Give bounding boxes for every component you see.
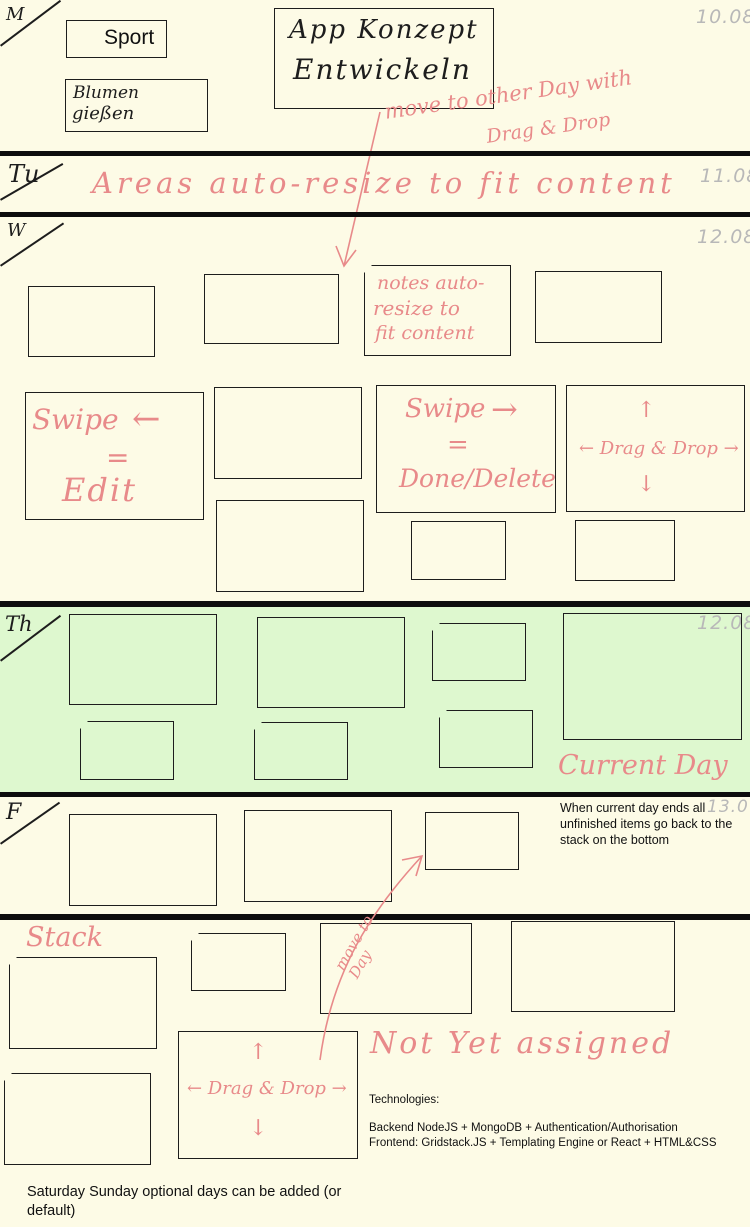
note-wed-10[interactable]: [411, 521, 506, 580]
stack-drag-drop-label: ← Drag & Drop →: [187, 1078, 347, 1099]
note-fri-1[interactable]: [69, 814, 217, 906]
current-day-note: When current day ends all unfinished ite…: [560, 801, 733, 847]
day-label-monday: M: [6, 4, 25, 25]
drag-drop-label: ← Drag & Drop →: [579, 438, 739, 459]
date-wednesday: 12.08: [697, 226, 750, 248]
label-current-day: Current Day: [558, 750, 728, 781]
note-thu-1[interactable]: [69, 614, 217, 705]
note-stack-4[interactable]: [511, 921, 675, 1012]
note-autoresize-line1: notes auto-: [377, 272, 485, 294]
drag-drop-down-arrow: ↓: [637, 472, 656, 497]
day-label-wednesday: W: [7, 220, 26, 241]
note-blumen-line1: Blumen: [73, 83, 140, 103]
note-thu-7[interactable]: [439, 710, 533, 768]
note-wed-4[interactable]: [535, 271, 662, 343]
swipe-right-arrow: →: [491, 390, 518, 428]
note-wed-11[interactable]: [575, 520, 675, 581]
note-fri-3[interactable]: [425, 812, 519, 870]
label-stack: Stack: [26, 922, 103, 953]
note-wed-2[interactable]: [204, 274, 339, 344]
divider-tue-wed: [0, 212, 750, 217]
note-app-line2: Entwickeln: [293, 53, 472, 86]
note-autoresize-line3: fit content: [375, 322, 475, 344]
swipe-right-title: Swipe: [405, 394, 486, 424]
swipe-left-equals: =: [106, 441, 130, 474]
note-stack-5[interactable]: [4, 1073, 151, 1165]
stack-drag-drop-up-arrow: ↑: [249, 1040, 268, 1065]
swipe-left-title: Swipe: [32, 403, 119, 436]
note-stack-2[interactable]: [191, 933, 286, 991]
technologies-heading: Technologies:: [369, 1094, 440, 1106]
note-swipe-done-delete[interactable]: Swipe → = Done/Delete: [376, 385, 556, 513]
note-wed-1[interactable]: [28, 286, 155, 357]
note-blumen-line2: gießen: [72, 103, 135, 124]
stack-drag-drop-down-arrow: ↓: [249, 1116, 268, 1141]
swipe-right-equals: =: [447, 430, 469, 460]
annotation-areas-auto-resize: Areas auto-resize to fit content: [92, 166, 676, 200]
note-sport[interactable]: Sport: [66, 20, 167, 58]
day-label-thursday: Th: [5, 612, 33, 636]
note-wed-autoresize[interactable]: notes auto- resize to fit content: [364, 265, 511, 356]
note-blumen-giessen[interactable]: Blumen gießen: [65, 79, 208, 132]
note-drag-drop-wed[interactable]: ↑ ← Drag & Drop → ↓: [566, 385, 745, 512]
annotation-move-other-day-line2: Drag & Drop: [485, 108, 612, 148]
note-sport-text: Sport: [104, 26, 155, 49]
note-app-line1: App Konzept: [289, 15, 479, 45]
note-stack-1[interactable]: [9, 957, 157, 1049]
technologies-backend: Backend NodeJS + MongoDB + Authenticatio…: [369, 1122, 678, 1134]
label-not-yet-assigned: Not Yet assigned: [370, 1026, 675, 1061]
note-thu-6[interactable]: [254, 722, 348, 780]
drag-drop-up-arrow: ↑: [637, 398, 656, 423]
note-wed-7[interactable]: [216, 500, 364, 592]
day-label-friday: F: [6, 800, 22, 825]
note-wed-6[interactable]: [214, 387, 362, 479]
day-label-tuesday: Tu: [8, 160, 40, 188]
note-thu-5[interactable]: [80, 721, 174, 780]
weekend-note: Saturday Sunday optional days can be add…: [27, 1184, 342, 1219]
divider-thu-fri: [0, 792, 750, 797]
swipe-left-arrow: ←: [132, 399, 161, 439]
note-swipe-edit[interactable]: Swipe ← = Edit: [25, 392, 204, 520]
note-thu-3[interactable]: [432, 623, 526, 681]
divider-mon-tue: [0, 151, 750, 156]
date-tuesday: 11.08: [700, 165, 750, 187]
technologies-frontend: Frontend: Gridstack.JS + Templating Engi…: [369, 1137, 717, 1149]
note-thu-2[interactable]: [257, 617, 405, 708]
swipe-right-result: Done/Delete: [399, 464, 556, 493]
swipe-left-result: Edit: [62, 471, 137, 509]
note-thu-4[interactable]: [563, 613, 742, 740]
note-autoresize-line2: resize to: [373, 296, 460, 320]
date-monday: 10.08: [696, 6, 750, 28]
